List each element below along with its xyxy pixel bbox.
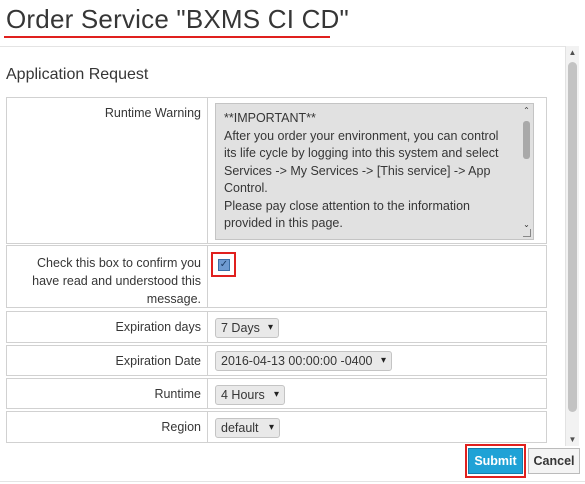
confirm-value: ✓ [207, 246, 546, 307]
runtime-selected: 4 Hours [221, 388, 265, 402]
cancel-button[interactable]: Cancel [528, 448, 580, 474]
expiration-days-label: Expiration days [115, 320, 201, 334]
chevron-down-icon: ▾ [267, 322, 273, 333]
page-scrollbar[interactable]: ▲ ▼ [565, 46, 579, 446]
runtime-row: Runtime 4 Hours ▾ [6, 378, 547, 409]
textarea-scroll-up-icon[interactable]: ⌃ [521, 106, 532, 115]
page-scrollbar-thumb[interactable] [568, 62, 577, 412]
confirm-row: Check this box to confirm you have read … [6, 245, 547, 308]
header-divider [0, 46, 565, 47]
runtime-warning-text: **IMPORTANT** After you order your envir… [224, 111, 499, 230]
expiration-days-select[interactable]: 7 Days ▾ [215, 318, 279, 338]
region-selected: default [221, 421, 259, 435]
section-title: Application Request [6, 66, 149, 83]
textarea-scroll-down-icon[interactable]: ⌄ [521, 220, 532, 229]
runtime-warning-row: Runtime Warning **IMPORTANT** After you … [6, 97, 547, 244]
chevron-down-icon: ▾ [268, 422, 274, 433]
chevron-down-icon: ▾ [273, 389, 279, 400]
confirm-checkbox[interactable]: ✓ [218, 259, 230, 271]
runtime-warning-textarea[interactable]: **IMPORTANT** After you order your envir… [215, 103, 534, 240]
textarea-scrollbar[interactable]: ⌃ ⌄ [520, 104, 533, 239]
confirm-label: Check this box to confirm you have read … [32, 256, 201, 306]
submit-button[interactable]: Submit [468, 448, 523, 474]
expiration-days-row: Expiration days 7 Days ▾ [6, 311, 547, 343]
region-label: Region [161, 420, 201, 434]
textarea-resize-grip-icon[interactable] [523, 229, 531, 237]
title-highlight-underline [4, 36, 330, 38]
expiration-days-value: 7 Days ▾ [207, 312, 546, 342]
runtime-warning-value: **IMPORTANT** After you order your envir… [207, 98, 546, 243]
textarea-scrollbar-thumb[interactable] [523, 121, 530, 159]
footer-divider [0, 481, 585, 482]
expiration-date-value: 2016-04-13 00:00:00 -0400 ▾ [207, 346, 546, 375]
expiration-date-selected: 2016-04-13 00:00:00 -0400 [221, 354, 373, 368]
expiration-date-select[interactable]: 2016-04-13 00:00:00 -0400 ▾ [215, 351, 392, 371]
runtime-warning-label: Runtime Warning [104, 106, 201, 120]
runtime-label: Runtime [154, 387, 201, 401]
region-select[interactable]: default ▾ [215, 418, 280, 438]
region-value: default ▾ [207, 412, 546, 442]
runtime-value: 4 Hours ▾ [207, 379, 546, 408]
region-row: Region default ▾ [6, 411, 547, 443]
scroll-down-arrow-icon[interactable]: ▼ [566, 433, 579, 446]
page-title: Order Service "BXMS CI CD" [6, 4, 349, 34]
scroll-up-arrow-icon[interactable]: ▲ [566, 46, 579, 59]
checkbox-highlight-box: ✓ [211, 252, 236, 277]
expiration-days-selected: 7 Days [221, 321, 260, 335]
expiration-date-row: Expiration Date 2016-04-13 00:00:00 -040… [6, 345, 547, 376]
chevron-down-icon: ▾ [380, 355, 386, 366]
runtime-select[interactable]: 4 Hours ▾ [215, 385, 285, 405]
expiration-date-label: Expiration Date [115, 354, 201, 368]
